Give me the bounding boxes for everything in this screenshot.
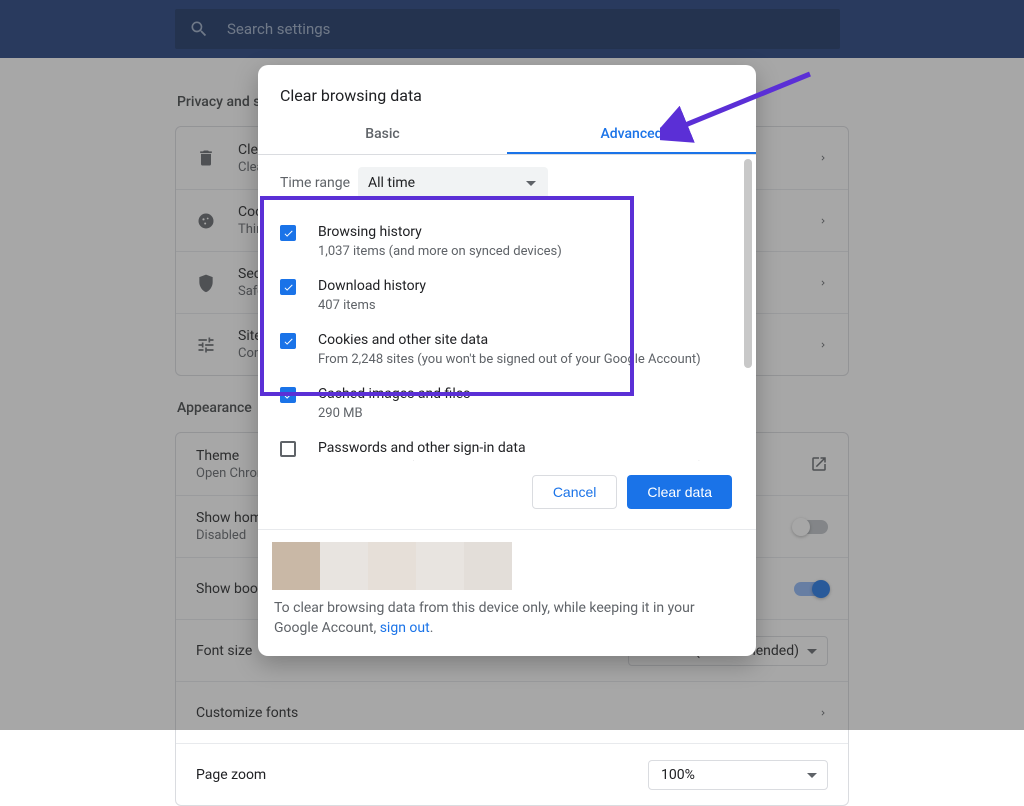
option-title: Download history — [318, 277, 736, 296]
footer-pre: To clear browsing data from this device … — [274, 600, 695, 636]
footer-text: To clear browsing data from this device … — [272, 598, 736, 656]
clear-browsing-data-dialog: Clear browsing data Basic Advanced Time … — [258, 65, 756, 656]
scrollbar-thumb[interactable] — [744, 159, 752, 368]
option-sub: 290 MB — [318, 405, 736, 422]
clear-data-option[interactable]: Cookies and other site dataFrom 2,248 si… — [280, 323, 742, 377]
avatar — [272, 542, 320, 590]
account-footer: To clear browsing data from this device … — [258, 529, 756, 656]
option-checkbox[interactable] — [280, 333, 296, 349]
sign-out-link[interactable]: sign out — [380, 620, 430, 636]
time-range-row: Time range All time — [280, 167, 742, 199]
option-title: Passwords and other sign-in data — [318, 439, 736, 458]
avatar — [416, 542, 464, 590]
avatar — [320, 542, 368, 590]
dialog-actions: Cancel Clear data — [258, 461, 756, 529]
clear-data-option[interactable]: Cached images and files290 MB — [280, 377, 742, 431]
option-title: Cookies and other site data — [318, 331, 736, 350]
option-sub: 910 passwords (for yobit.net, dropbox.co… — [318, 459, 736, 461]
option-checkbox[interactable] — [280, 279, 296, 295]
option-title: Browsing history — [318, 223, 736, 242]
footer-post: . — [430, 620, 434, 636]
clear-data-button[interactable]: Clear data — [627, 475, 732, 509]
dialog-tabs: Basic Advanced — [258, 117, 756, 155]
cancel-button[interactable]: Cancel — [532, 475, 618, 509]
clear-data-option[interactable]: Passwords and other sign-in data910 pass… — [280, 431, 742, 461]
clear-data-option[interactable]: Browsing history1,037 items (and more on… — [280, 215, 742, 269]
dialog-scroll[interactable]: Time range All time Browsing history1,03… — [258, 155, 742, 461]
option-checkbox[interactable] — [280, 225, 296, 241]
dialog-title: Clear browsing data — [258, 65, 756, 117]
page-zoom-select[interactable]: 100% — [648, 760, 828, 790]
clear-data-option[interactable]: Download history407 items — [280, 269, 742, 323]
option-sub: 407 items — [318, 297, 736, 314]
tab-advanced[interactable]: Advanced — [507, 117, 756, 154]
option-sub: From 2,248 sites (you won't be signed ou… — [318, 351, 736, 368]
time-range-select[interactable]: All time — [358, 167, 548, 199]
time-range-label: Time range — [280, 175, 358, 191]
option-checkbox[interactable] — [280, 441, 296, 457]
row-title: Page zoom — [196, 767, 648, 783]
tab-basic[interactable]: Basic — [258, 117, 507, 154]
avatar — [464, 542, 512, 590]
option-checkbox[interactable] — [280, 387, 296, 403]
option-title: Cached images and files — [318, 385, 736, 404]
scrollbar[interactable] — [744, 159, 754, 457]
option-sub: 1,037 items (and more on synced devices) — [318, 243, 736, 260]
dialog-body: Time range All time Browsing history1,03… — [258, 155, 756, 461]
row-page-zoom[interactable]: Page zoom 100% — [176, 743, 848, 805]
avatar — [368, 542, 416, 590]
avatar-row — [272, 542, 736, 590]
